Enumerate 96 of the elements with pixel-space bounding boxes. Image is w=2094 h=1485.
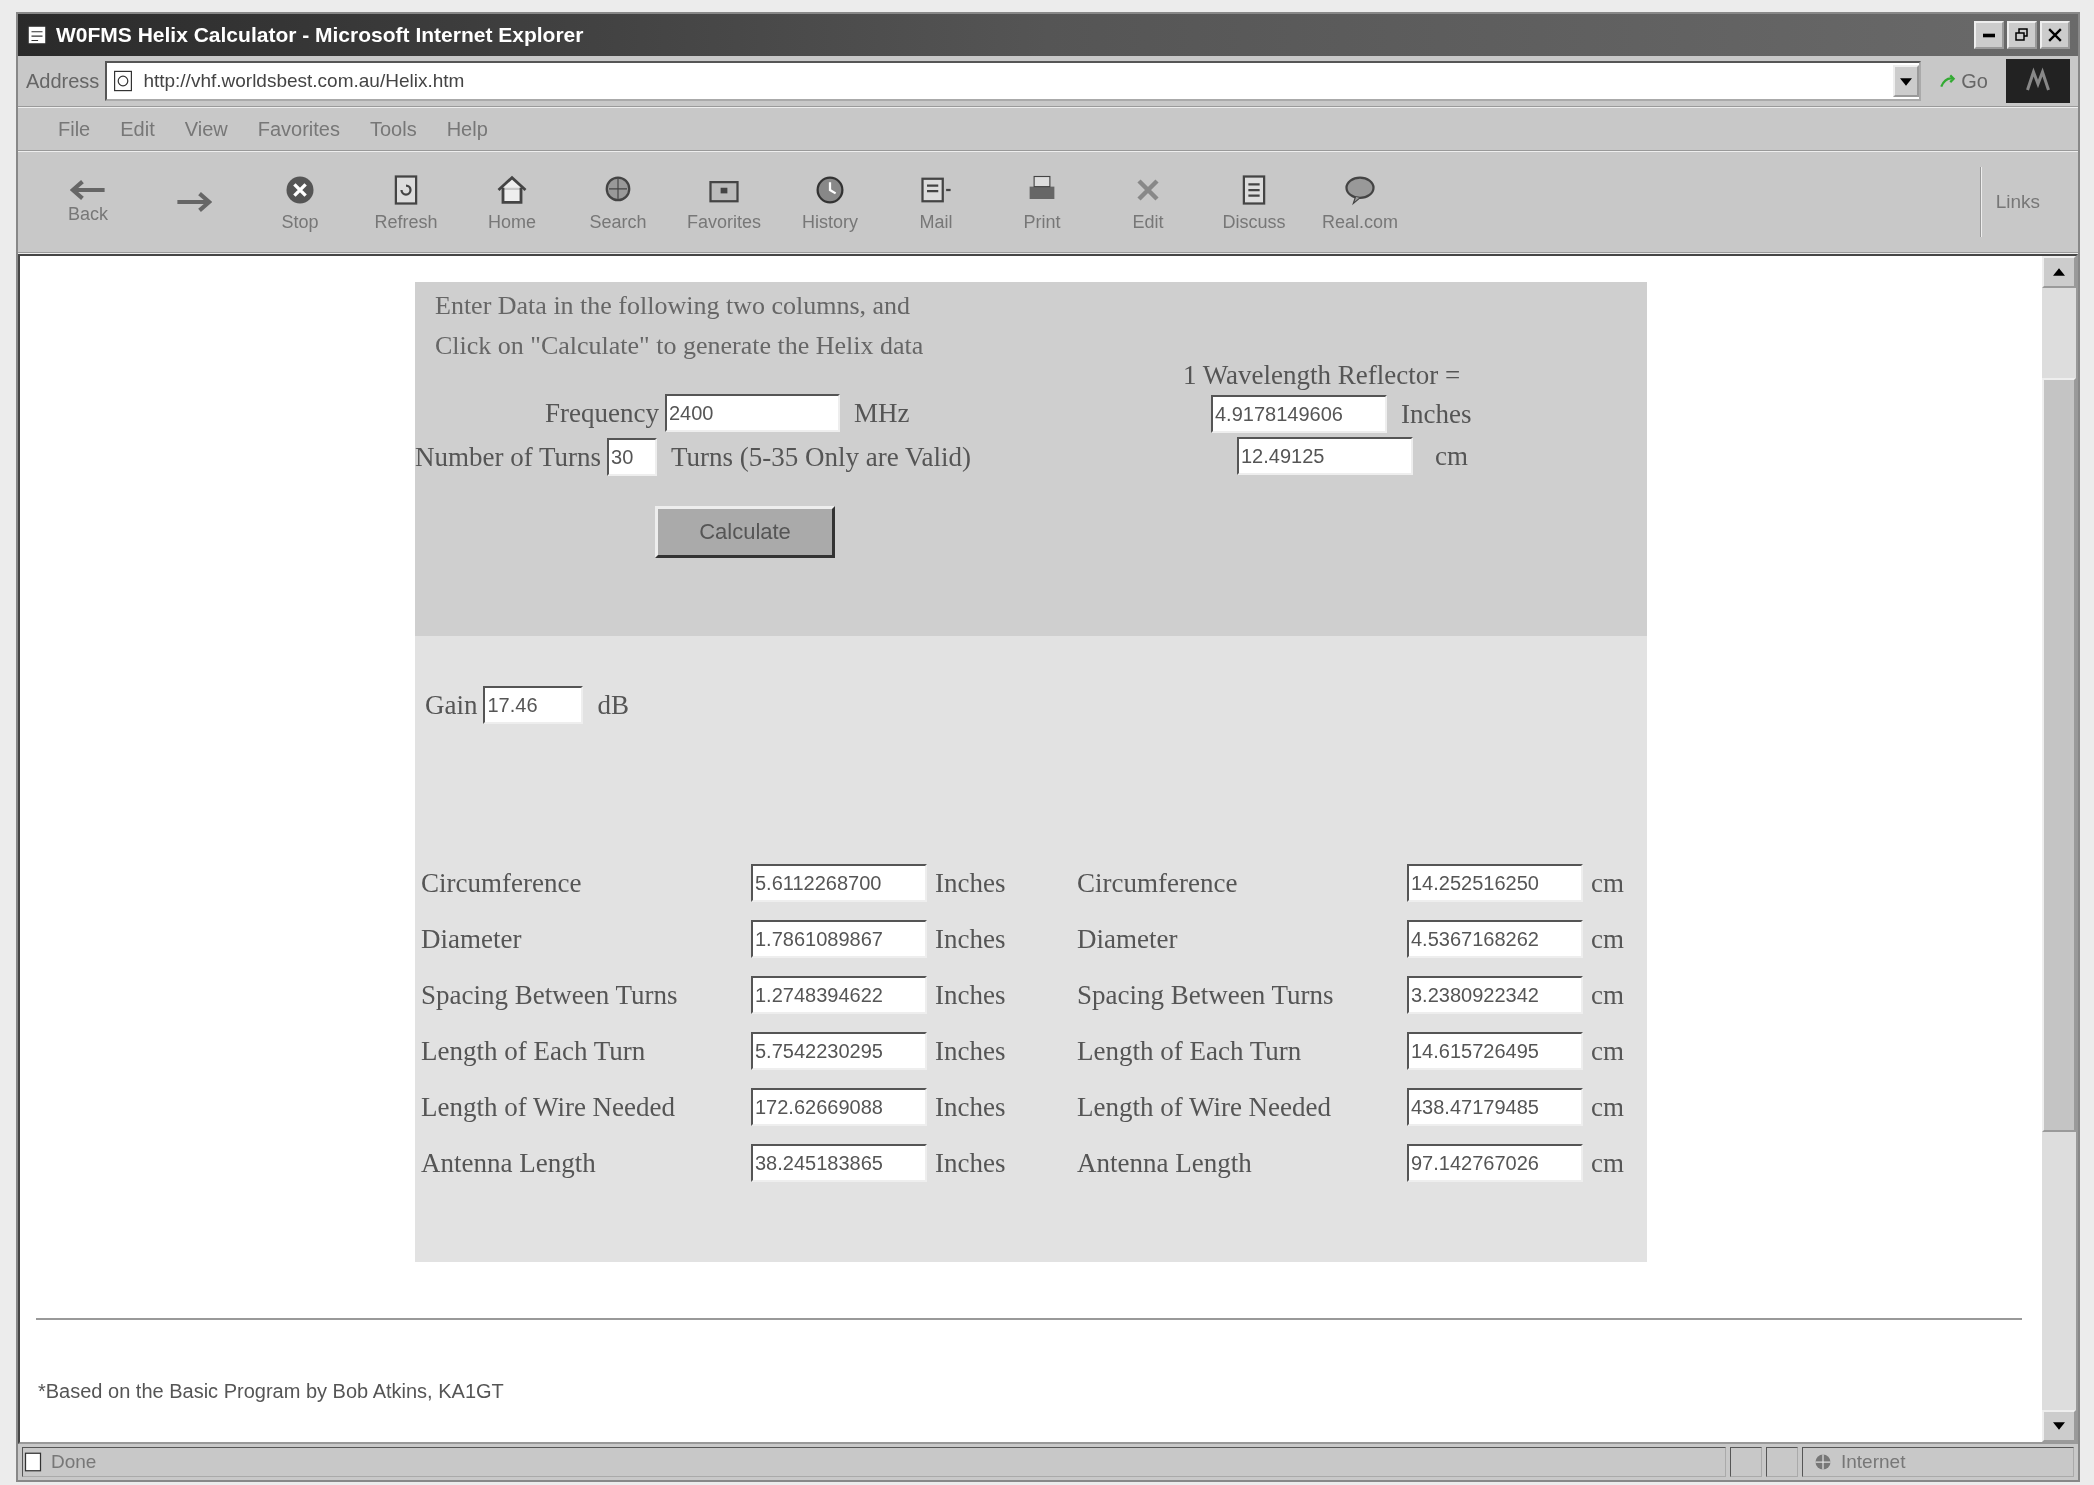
toolbar-button[interactable]: Real.com — [1314, 167, 1406, 237]
restore-icon — [2014, 27, 2030, 43]
toolbar-button[interactable]: Search — [572, 167, 664, 237]
result-field[interactable]: 3.2380922342 — [1407, 976, 1583, 1014]
unit-label: Inches — [935, 1147, 1007, 1179]
unit-label: Inches — [935, 1035, 1007, 1067]
forward-arrow-icon — [176, 192, 212, 212]
unit-label: cm — [1591, 1035, 1623, 1067]
minimize-button[interactable] — [1974, 21, 2004, 49]
back-arrow-icon — [70, 179, 106, 200]
unit-label: Inches — [935, 867, 1007, 899]
result-label: Length of Each Turn — [421, 1035, 647, 1067]
result-label: Diameter — [421, 923, 523, 955]
result-field[interactable]: 438.47179485 — [1407, 1088, 1583, 1126]
result-label: Circumference — [421, 867, 583, 899]
calculate-button[interactable]: Calculate — [655, 506, 835, 558]
maximize-button[interactable] — [2007, 21, 2037, 49]
menu-item[interactable]: File — [58, 117, 91, 141]
result-label: Length of Wire Needed — [1077, 1091, 1333, 1123]
toolbar-button[interactable]: Discuss — [1208, 167, 1300, 237]
result-field[interactable]: 1.7861089867 — [751, 920, 927, 958]
result-field[interactable]: 5.7542230295 — [751, 1032, 927, 1070]
result-label: Antenna Length — [1077, 1147, 1253, 1179]
toolbar-button[interactable]: Mail — [890, 167, 982, 237]
unit-label: Inches — [935, 979, 1007, 1011]
toolbar-button[interactable]: History — [784, 167, 876, 237]
arrow-icon — [1939, 72, 1958, 90]
close-icon — [2048, 28, 2062, 42]
dropdown-button[interactable] — [1893, 65, 1920, 97]
window-title: W0FMS Helix Calculator - Microsoft Internet Explorer — [56, 23, 584, 47]
caret-up-icon[interactable] — [2053, 268, 2065, 276]
unit-label: dB — [597, 689, 629, 721]
links-button[interactable]: Links — [1979, 167, 2054, 237]
scrollbar[interactable] — [2042, 256, 2076, 1442]
unit-label: MHz — [853, 397, 910, 429]
turns-field[interactable]: 30 — [607, 438, 658, 476]
toolbar-button[interactable]: Refresh — [360, 167, 452, 237]
unit-label: cm — [1591, 1091, 1623, 1123]
unit-label: cm — [1591, 979, 1623, 1011]
zone-text: Internet — [1841, 1451, 1906, 1473]
result-label: Length of Wire Needed — [421, 1091, 677, 1123]
caret-down-icon[interactable] — [2053, 1422, 2065, 1430]
result-field[interactable]: 5.6112268700 — [751, 864, 927, 902]
toolbar-button[interactable]: Home — [466, 167, 558, 237]
unit-label: Inches — [935, 1091, 1007, 1123]
result-label: Circumference — [1077, 867, 1239, 899]
toolbar-button[interactable]: Stop — [254, 167, 346, 237]
address-field[interactable]: http://vhf.worldsbest.com.au/Helix.htm — [105, 61, 1922, 101]
status-text: Done — [51, 1451, 97, 1473]
globe-icon — [1813, 1452, 1833, 1472]
reflector-inches-field[interactable]: 4.9178149606 — [1211, 395, 1387, 433]
page-icon — [26, 24, 48, 46]
menu-item[interactable]: Help — [446, 117, 488, 141]
toolbar-button[interactable]: Back — [42, 175, 134, 229]
result-label: Length of Each Turn — [1077, 1035, 1303, 1067]
toolbar-button[interactable]: Favorites — [678, 167, 770, 237]
turns-label: Number of Turns — [415, 441, 602, 473]
gain-label: Gain — [425, 689, 478, 721]
address-label: Address — [26, 69, 100, 93]
frequency-field[interactable]: 2400 — [664, 394, 840, 432]
result-label: Spacing Between Turns — [421, 979, 679, 1011]
footnote-text: *Based on the Basic Program by Bob Atkins, KA1GT — [38, 1380, 505, 1403]
result-label: Spacing Between Turns — [1077, 979, 1335, 1011]
unit-label: cm — [1435, 440, 1468, 472]
menu-item[interactable]: Edit — [120, 117, 155, 141]
result-field[interactable]: 172.62669088 — [751, 1088, 927, 1126]
unit-label: cm — [1591, 1147, 1623, 1179]
result-field[interactable]: 4.5367168262 — [1407, 920, 1583, 958]
result-field[interactable]: 14.252516250 — [1407, 864, 1583, 902]
status-pane — [1730, 1447, 1762, 1477]
result-field[interactable]: 97.142767026 — [1407, 1144, 1583, 1182]
page-icon — [23, 1452, 43, 1472]
frequency-label: Frequency — [545, 397, 659, 429]
result-field[interactable]: 38.245183865 — [751, 1144, 927, 1182]
unit-label: Inches — [935, 923, 1007, 955]
result-field[interactable]: 1.2748394622 — [751, 976, 927, 1014]
result-label: Antenna Length — [421, 1147, 597, 1179]
unit-label: cm — [1591, 923, 1623, 955]
toolbar-button[interactable]: Edit — [1102, 167, 1194, 237]
status-pane — [1766, 1447, 1798, 1477]
reflector-label: 1 Wavelength Reflector = — [1183, 360, 1462, 391]
result-label: Diameter — [1077, 923, 1179, 955]
result-field[interactable]: 14.615726495 — [1407, 1032, 1583, 1070]
instruction-text: Enter Data in the following two columns, and Click on "Calculate" to generate the Helix data — [435, 290, 925, 362]
unit-label: Inches — [1401, 398, 1472, 430]
menu-item[interactable]: Favorites — [257, 117, 340, 141]
gain-field[interactable]: 17.46 — [483, 686, 584, 724]
turns-hint: Turns (5-35 Only are Valid) — [671, 441, 971, 473]
menu-item[interactable]: Tools — [369, 117, 417, 141]
minimize-icon — [1983, 32, 1995, 38]
caret-down-icon — [1900, 77, 1913, 86]
unit-label: cm — [1591, 867, 1623, 899]
close-button[interactable] — [2040, 21, 2070, 49]
toolbar-button[interactable]: Print — [996, 167, 1088, 237]
reflector-cm-field[interactable]: 12.49125 — [1237, 437, 1413, 475]
menu-item[interactable]: View — [184, 117, 228, 141]
